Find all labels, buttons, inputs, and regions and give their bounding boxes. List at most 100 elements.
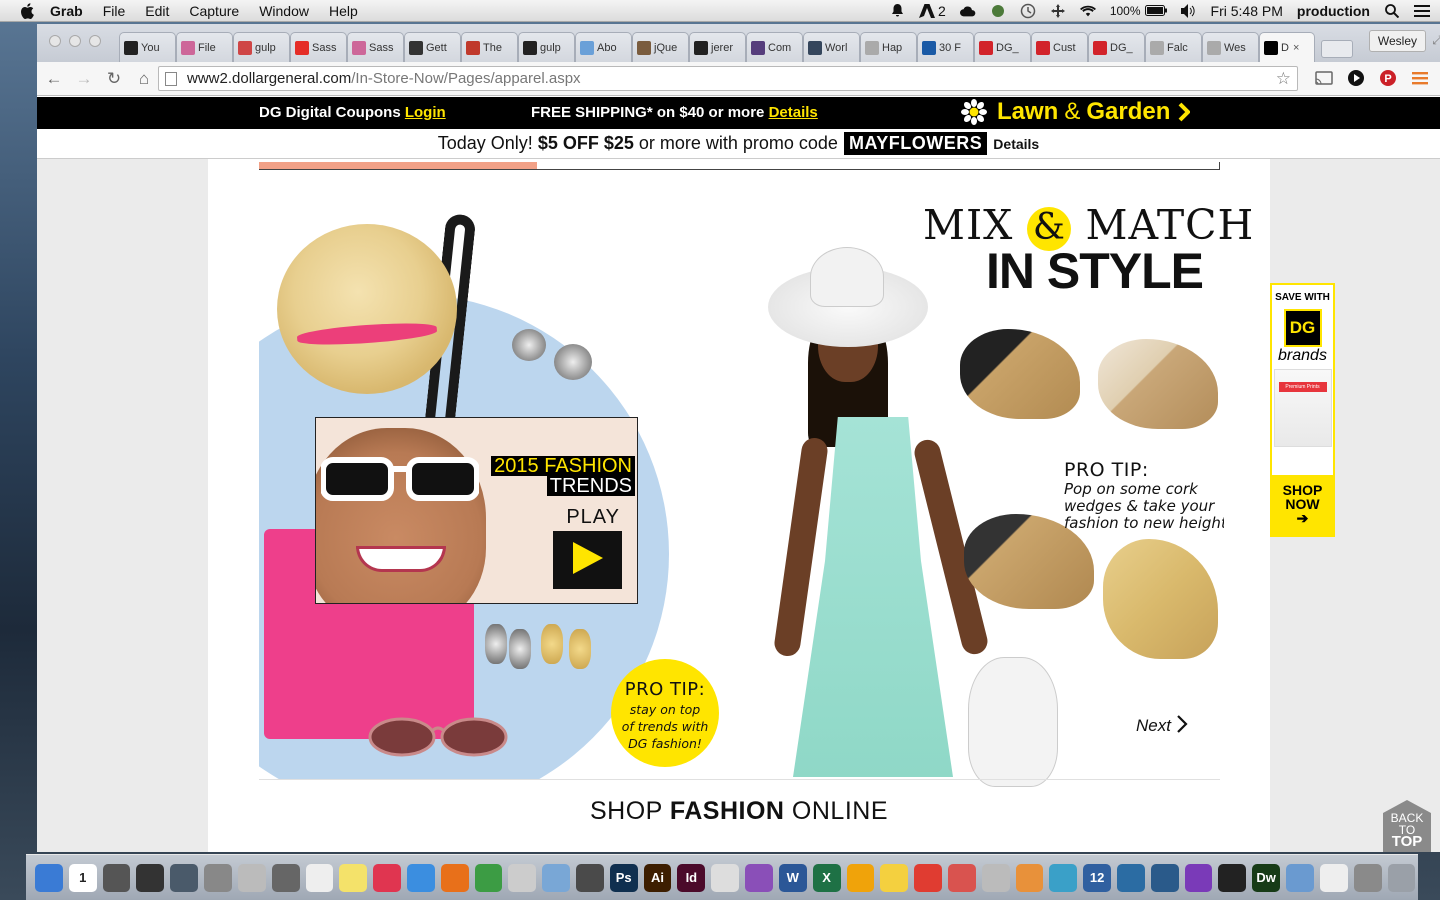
adobe-status-icon[interactable]: 2 (919, 3, 946, 19)
browser-tab[interactable]: DG_ (974, 32, 1031, 62)
back-arrow-icon[interactable]: ← (41, 68, 67, 90)
fullscreen-icon[interactable]: ⤢ (1432, 33, 1440, 48)
document-icon[interactable] (1319, 863, 1348, 892)
facetime-icon[interactable] (271, 863, 300, 892)
play-button[interactable] (553, 531, 622, 589)
wordpress-icon[interactable] (1117, 863, 1145, 892)
close-tab-icon[interactable]: × (1293, 42, 1299, 54)
reload-icon[interactable]: ↻ (101, 68, 127, 90)
fashion-trends-video[interactable]: 2015 FASHION TRENDS PLAY (315, 417, 638, 604)
browser-tab[interactable]: Com (746, 32, 803, 62)
profile-button[interactable]: Wesley (1368, 30, 1426, 52)
promo-details-link[interactable]: Details (993, 136, 1039, 152)
lawn-garden-link[interactable]: Lawn & Garden (961, 98, 1191, 126)
spotlight-search-icon[interactable] (1384, 4, 1400, 18)
itunes-icon[interactable] (373, 863, 401, 892)
browser-tab[interactable]: Hap (860, 32, 917, 62)
login-link[interactable]: Login (405, 104, 446, 121)
browser-tab[interactable]: D × (1259, 32, 1315, 62)
browser-tab[interactable]: Cust (1031, 32, 1088, 62)
menu-file[interactable]: File (103, 3, 126, 19)
back-to-top-button[interactable]: BACK TO TOP (1383, 800, 1431, 852)
browser-tab[interactable]: Falc (1145, 32, 1202, 62)
browser-tab[interactable]: File (176, 32, 233, 62)
presentation-icon[interactable] (947, 863, 976, 892)
firefox-icon[interactable] (440, 863, 469, 892)
browser-tab[interactable]: Wes (1202, 32, 1259, 62)
menu-help[interactable]: Help (329, 3, 358, 19)
chrome-menu-icon[interactable] (1410, 68, 1430, 88)
calculator-icon[interactable] (237, 863, 266, 892)
browser-tab[interactable]: gulp (233, 32, 290, 62)
shipping-details-link[interactable]: Details (769, 104, 818, 121)
next-slide-button[interactable]: Next (1136, 714, 1188, 736)
textedit-icon[interactable] (305, 863, 334, 892)
notification-bell-icon[interactable] (889, 4, 905, 18)
evernote-icon[interactable] (990, 4, 1006, 18)
menu-app-name[interactable]: Grab (50, 3, 83, 19)
acrobat-icon[interactable] (711, 863, 740, 892)
play-extension-icon[interactable] (1346, 68, 1366, 88)
browser-tab[interactable]: Worl (803, 32, 860, 62)
zoom-window-button[interactable] (89, 35, 101, 47)
mission-control-icon[interactable] (170, 863, 199, 892)
vlc-icon[interactable] (745, 863, 773, 892)
excel-icon[interactable]: X (812, 863, 841, 892)
home-icon[interactable]: ⌂ (131, 68, 157, 90)
quill-icon[interactable] (981, 863, 1010, 892)
cyberduck-icon[interactable] (880, 863, 909, 892)
script-editor-icon[interactable] (508, 863, 537, 892)
menu-capture[interactable]: Capture (189, 3, 239, 19)
folder-icon[interactable] (1286, 863, 1314, 892)
time-machine-icon[interactable] (1020, 3, 1036, 19)
network-icon[interactable] (1150, 863, 1179, 892)
clock-icon[interactable]: 12 (1083, 863, 1111, 892)
illustrator-icon[interactable]: Ai (643, 863, 672, 892)
outlook-icon[interactable] (846, 863, 875, 892)
chrome-icon[interactable] (474, 863, 503, 892)
balloon-icon[interactable] (1015, 863, 1044, 892)
address-bar[interactable]: www2.dollargeneral.com /In-Store-Now/Pag… (158, 66, 1298, 91)
new-tab-button[interactable] (1321, 40, 1353, 58)
battery-status[interactable]: 100% (1110, 3, 1167, 19)
browser-tab[interactable]: gulp (518, 32, 575, 62)
shop-fashion-online-link[interactable]: SHOP FASHION ONLINE (208, 797, 1270, 826)
indesign-icon[interactable]: Id (677, 863, 706, 892)
menu-edit[interactable]: Edit (145, 3, 169, 19)
pinterest-icon[interactable]: P (1378, 68, 1398, 88)
photoshop-icon[interactable]: Ps (609, 863, 638, 892)
clock-display[interactable]: Fri 5:48 PM (1211, 3, 1283, 19)
bookmark-star-icon[interactable]: ☆ (1276, 69, 1291, 89)
forward-arrow-icon[interactable]: → (71, 68, 97, 90)
launchpad-icon[interactable] (102, 863, 131, 892)
word-icon[interactable]: W (778, 863, 807, 892)
volume-icon[interactable] (1180, 4, 1197, 18)
user-name[interactable]: production (1297, 3, 1370, 19)
terminal-icon[interactable] (1218, 863, 1247, 892)
close-window-button[interactable] (49, 35, 61, 47)
browser-tab[interactable]: 30 F (917, 32, 974, 62)
move-arrows-icon[interactable] (1050, 4, 1066, 18)
browser-tab[interactable]: Sass (347, 32, 404, 62)
menu-window[interactable]: Window (259, 3, 309, 19)
browser-tab[interactable]: Gett (404, 32, 461, 62)
browser-tab[interactable]: Abo (575, 32, 632, 62)
wifi-icon[interactable] (1079, 4, 1096, 18)
sublime-icon[interactable] (576, 863, 604, 892)
cast-icon[interactable] (1314, 68, 1334, 88)
photo-stack-icon[interactable] (1353, 863, 1382, 892)
browser-tab[interactable]: The (461, 32, 518, 62)
dashboard-icon[interactable] (136, 863, 165, 892)
browser-tab[interactable]: DG_ (1088, 32, 1145, 62)
minimize-window-button[interactable] (69, 35, 81, 47)
stickies-icon[interactable] (339, 863, 368, 892)
safari-icon[interactable] (406, 863, 435, 892)
l-icon[interactable] (1049, 863, 1078, 892)
calendar-icon[interactable]: 1 (68, 863, 97, 892)
finder-icon[interactable] (35, 863, 63, 892)
apple-icon[interactable] (18, 2, 36, 19)
notification-center-icon[interactable] (1414, 4, 1430, 18)
browser-tab[interactable]: jerer (689, 32, 746, 62)
acrobat-reader-icon[interactable] (914, 863, 942, 892)
browser-tab[interactable]: jQue (632, 32, 689, 62)
